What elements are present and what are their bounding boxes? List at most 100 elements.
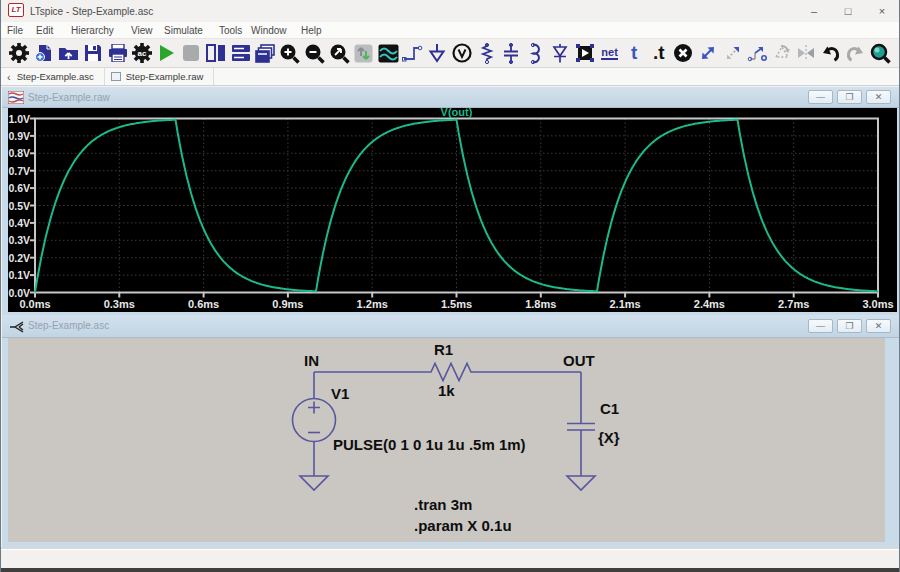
menu-tools[interactable]: Tools bbox=[219, 25, 242, 36]
close-button[interactable]: × bbox=[865, 0, 899, 22]
x-tick-label: 2.7ms bbox=[778, 298, 809, 310]
rotate-icon[interactable] bbox=[769, 40, 794, 66]
delete-icon[interactable] bbox=[671, 40, 696, 66]
zoom-in-icon[interactable] bbox=[278, 40, 303, 66]
mirror-icon[interactable] bbox=[794, 40, 819, 66]
menu-hierarchy[interactable]: Hierarchy bbox=[71, 25, 114, 36]
title-bar: LT LTspice - Step-Example.asc – □ × bbox=[1, 0, 899, 22]
toolbar: ac nett.t bbox=[1, 39, 899, 68]
move-icon[interactable] bbox=[696, 40, 721, 66]
wave-minimize-button[interactable]: — bbox=[808, 90, 833, 104]
redo-icon[interactable] bbox=[843, 40, 868, 66]
schem-minimize-button[interactable]: — bbox=[808, 319, 833, 333]
x-tick-label: 0.9ms bbox=[272, 298, 303, 310]
menu-help[interactable]: Help bbox=[301, 25, 322, 36]
y-tick-label: 0.5V bbox=[8, 200, 30, 212]
raw-file-icon bbox=[111, 72, 121, 81]
drag-icon[interactable] bbox=[720, 40, 745, 66]
tab-label: Step-Example.raw bbox=[126, 71, 204, 82]
x-tick-label: 0.6ms bbox=[188, 298, 219, 310]
minimize-button[interactable]: – bbox=[797, 0, 831, 22]
y-tick-label: 0.7V bbox=[8, 165, 30, 177]
capacitor-icon[interactable] bbox=[499, 40, 524, 66]
r1-ref[interactable]: R1 bbox=[434, 341, 453, 358]
v1-value[interactable]: PULSE(0 1 0 1u 1u .5m 1m) bbox=[333, 436, 526, 453]
menu-edit[interactable]: Edit bbox=[36, 25, 53, 36]
inductor-icon[interactable] bbox=[523, 40, 548, 66]
schematic-canvas[interactable]: IN R1 1k OUT V1 PULSE(0 1 0 1u 1u .5m 1m… bbox=[8, 338, 885, 542]
net-name-icon[interactable]: net bbox=[597, 40, 622, 66]
trace-name-vout[interactable]: V(out) bbox=[441, 108, 473, 118]
y-tick-label: 0.2V bbox=[8, 252, 30, 264]
text-icon[interactable]: t bbox=[622, 40, 647, 66]
label-net-icon[interactable] bbox=[450, 40, 475, 66]
wave-close-button[interactable]: ✕ bbox=[866, 90, 891, 104]
settings-gear-icon[interactable] bbox=[7, 40, 32, 66]
menu-view[interactable]: View bbox=[131, 25, 153, 36]
y-tick-label: 0.1V bbox=[8, 269, 30, 281]
y-tick-label: 1.0V bbox=[8, 113, 30, 125]
y-tick-label: 0.8V bbox=[8, 147, 30, 159]
y-tick-label: 0.6V bbox=[8, 182, 30, 194]
ltspice-window: LT LTspice - Step-Example.asc – □ × File… bbox=[0, 0, 900, 572]
c1-ref[interactable]: C1 bbox=[600, 400, 619, 417]
tab-back-chevron-icon[interactable]: ‹ bbox=[7, 71, 11, 83]
menu-file[interactable]: File bbox=[7, 25, 23, 36]
y-tick-label: 0.3V bbox=[8, 234, 30, 246]
stretch-icon[interactable] bbox=[745, 40, 770, 66]
wire-icon[interactable] bbox=[401, 40, 426, 66]
waveform-window: Step-Example.raw — ❐ ✕ 1.0V0.9V0.8V0.7V0… bbox=[2, 87, 899, 315]
cascade-windows-icon[interactable] bbox=[253, 40, 278, 66]
new-schematic-icon[interactable] bbox=[32, 40, 57, 66]
x-tick-label: 1.5ms bbox=[441, 298, 472, 310]
zoom-out-icon[interactable] bbox=[302, 40, 327, 66]
waveform-plot-area[interactable]: 1.0V0.9V0.8V0.7V0.6V0.5V0.4V0.3V0.2V0.1V… bbox=[8, 108, 897, 312]
ground-icon[interactable] bbox=[425, 40, 450, 66]
v1-ref[interactable]: V1 bbox=[331, 385, 349, 402]
find-icon[interactable] bbox=[868, 40, 893, 66]
schem-restore-button[interactable]: ❐ bbox=[837, 319, 862, 333]
x-tick-label: 2.4ms bbox=[694, 298, 725, 310]
schematic-window-titlebar: Step-Example.asc — ❐ ✕ bbox=[2, 315, 899, 338]
zoom-full-icon[interactable] bbox=[327, 40, 352, 66]
net-label-in[interactable]: IN bbox=[304, 352, 319, 369]
resistor-icon[interactable] bbox=[474, 40, 499, 66]
open-file-icon[interactable] bbox=[56, 40, 81, 66]
window-title: LTspice - Step-Example.asc bbox=[30, 6, 153, 17]
x-tick-label: 0.0ms bbox=[19, 298, 50, 310]
save-icon[interactable] bbox=[81, 40, 106, 66]
raw-window-icon bbox=[8, 91, 24, 104]
y-tick-label: 0.4V bbox=[8, 217, 30, 229]
halt-icon[interactable] bbox=[179, 40, 204, 66]
diode-icon[interactable] bbox=[548, 40, 573, 66]
tab-bar: ‹ Step-Example.asc Step-Example.raw bbox=[1, 68, 899, 86]
y-tick-label: 0.0V bbox=[8, 287, 30, 299]
schem-close-button[interactable]: ✕ bbox=[866, 319, 891, 333]
print-icon[interactable] bbox=[105, 40, 130, 66]
directive-param[interactable]: .param X 0.1u bbox=[414, 517, 512, 534]
maximize-button[interactable]: □ bbox=[831, 0, 865, 22]
tab-step-example-raw[interactable]: Step-Example.raw bbox=[105, 68, 215, 85]
c1-value[interactable]: {X} bbox=[598, 429, 620, 446]
net-label-out[interactable]: OUT bbox=[563, 352, 595, 369]
x-tick-label: 3.0ms bbox=[862, 298, 893, 310]
wave-restore-button[interactable]: ❐ bbox=[837, 90, 862, 104]
tab-step-example-asc[interactable]: ‹ Step-Example.asc bbox=[1, 68, 105, 85]
x-tick-label: 0.3ms bbox=[104, 298, 135, 310]
menu-simulate[interactable]: Simulate bbox=[164, 25, 203, 36]
autorange-icon[interactable] bbox=[351, 40, 376, 66]
x-tick-label: 2.1ms bbox=[609, 298, 640, 310]
x-tick-label: 1.8ms bbox=[525, 298, 556, 310]
tile-horizontal-icon[interactable] bbox=[228, 40, 253, 66]
r1-value[interactable]: 1k bbox=[438, 382, 455, 399]
menu-window[interactable]: Window bbox=[251, 25, 287, 36]
schematic-window-title: Step-Example.asc bbox=[28, 320, 109, 331]
waveform-settings-icon[interactable] bbox=[376, 40, 401, 66]
control-panel-ac-icon[interactable]: ac bbox=[130, 40, 155, 66]
run-icon[interactable] bbox=[155, 40, 180, 66]
spice-directive-icon[interactable]: .t bbox=[646, 40, 671, 66]
component-icon[interactable] bbox=[573, 40, 598, 66]
tile-vertical-icon[interactable] bbox=[204, 40, 229, 66]
undo-icon[interactable] bbox=[819, 40, 844, 66]
directive-tran[interactable]: .tran 3m bbox=[414, 496, 472, 513]
